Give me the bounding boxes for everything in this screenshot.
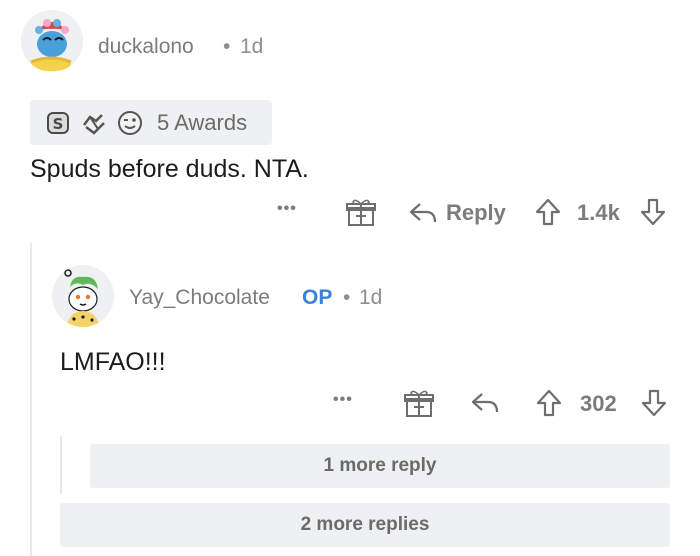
avatar[interactable] xyxy=(21,10,83,72)
reply-upvote-icon[interactable] xyxy=(535,388,563,418)
more-options-button[interactable]: ••• xyxy=(277,200,297,218)
awards-bar[interactable]: S 5 Awards xyxy=(30,100,272,145)
reply-avatar[interactable] xyxy=(52,265,114,327)
comment-username[interactable]: duckalono xyxy=(98,35,194,59)
gift-icon[interactable] xyxy=(345,198,377,228)
meta-separator: • xyxy=(223,35,231,58)
reply-thread-line[interactable] xyxy=(60,436,62,494)
reply-meta-separator: • xyxy=(343,286,351,309)
svg-text:S: S xyxy=(53,115,64,133)
reply-username[interactable]: Yay_Chocolate xyxy=(129,286,270,310)
vote-score: 1.4k xyxy=(577,200,620,225)
reply-timestamp: 1d xyxy=(359,286,383,309)
op-badge: OP xyxy=(302,286,333,309)
reply-downvote-icon[interactable] xyxy=(640,388,668,418)
reply-gift-icon[interactable] xyxy=(403,389,435,419)
load-more-replies-button[interactable]: 2 more replies xyxy=(60,503,670,547)
comment-body: Spuds before duds. NTA. xyxy=(30,155,309,183)
downvote-icon[interactable] xyxy=(639,197,667,227)
load-more-reply-button[interactable]: 1 more reply xyxy=(90,444,670,488)
awards-count-label: 5 Awards xyxy=(157,110,248,135)
reply-avatar-icon xyxy=(52,265,114,327)
avatar-icon xyxy=(21,10,83,72)
reply-label: Reply xyxy=(446,200,506,225)
reply-button[interactable]: Reply xyxy=(408,198,512,228)
reply-body: LMFAO!!! xyxy=(60,348,166,376)
award-handshake-icon xyxy=(80,109,108,137)
reply-more-options-button[interactable]: ••• xyxy=(333,391,353,409)
comment-timestamp: 1d xyxy=(240,35,264,58)
award-silver-icon: S xyxy=(45,110,71,136)
award-wink-icon xyxy=(116,109,144,137)
reply-arrow-icon xyxy=(408,200,438,226)
reply-vote-score: 302 xyxy=(580,391,617,416)
reply-reply-arrow-icon[interactable] xyxy=(470,390,500,416)
upvote-icon[interactable] xyxy=(534,197,562,227)
load-more-reply-label: 1 more reply xyxy=(323,455,437,476)
thread-line[interactable] xyxy=(30,243,32,556)
load-more-replies-label: 2 more replies xyxy=(300,514,430,535)
